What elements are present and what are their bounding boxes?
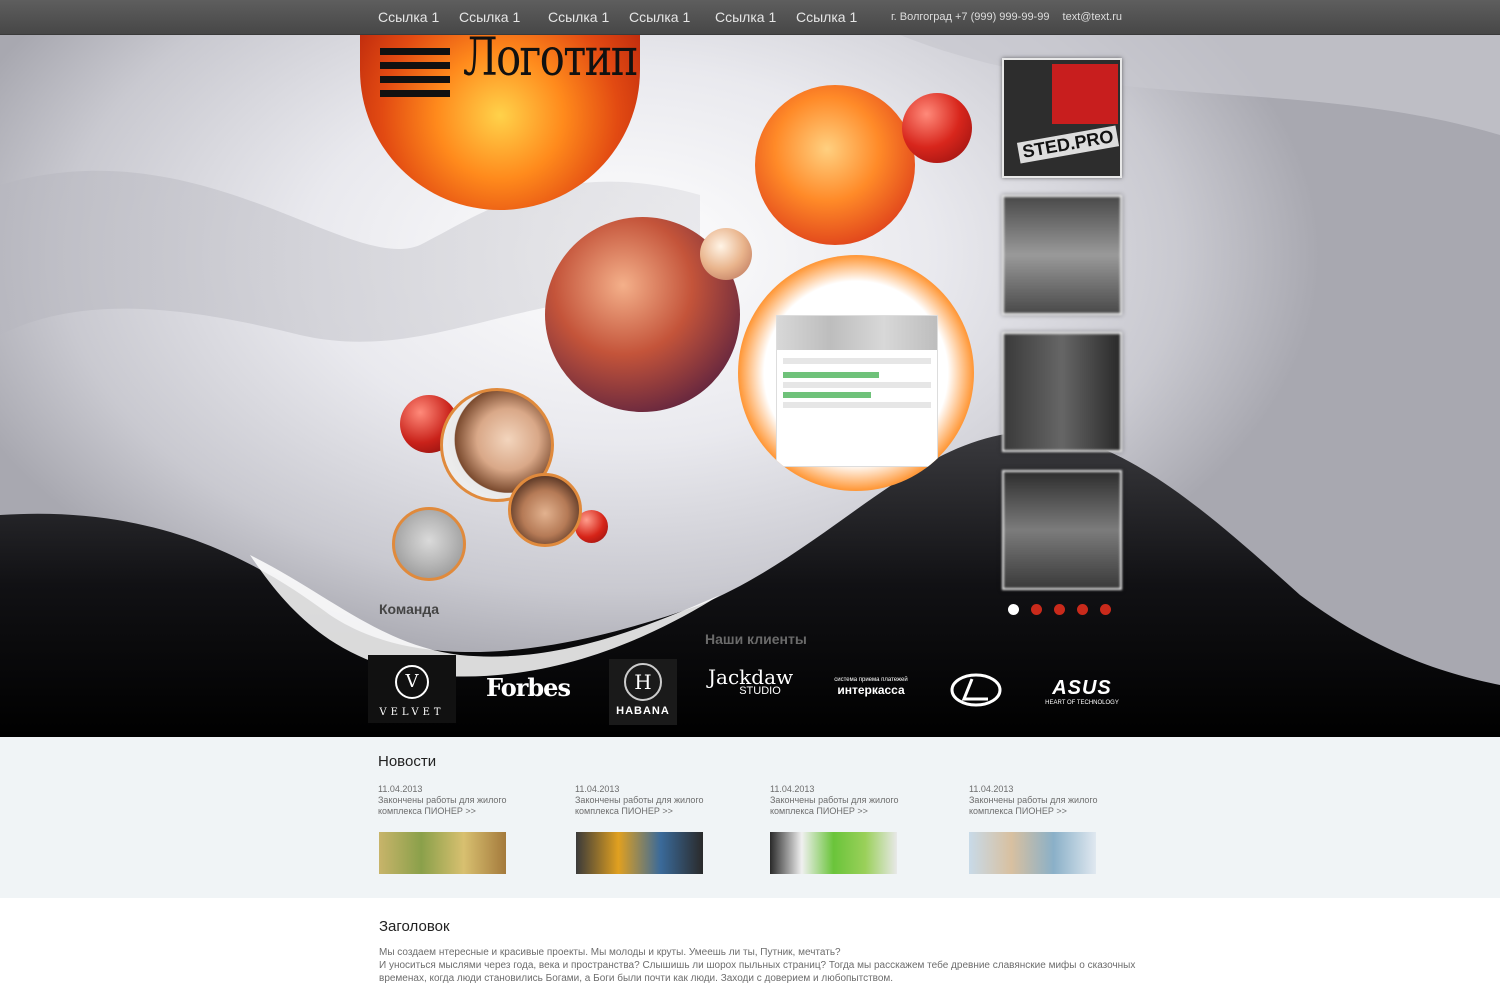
- thumb-red-blocks: [1052, 64, 1118, 124]
- portfolio-preview-circle[interactable]: [738, 255, 974, 491]
- news-item-4[interactable]: 11.04.2013 Закончены работы для жилого к…: [969, 784, 1109, 817]
- article-line-2: И уноситься мыслями через года, века и п…: [379, 960, 1136, 984]
- nav-link-4[interactable]: Ссылка 1: [629, 9, 690, 25]
- news-image-4[interactable]: [969, 832, 1096, 874]
- portfolio-thumb-4[interactable]: [1002, 470, 1122, 590]
- news-item-3[interactable]: 11.04.2013 Закончены работы для жилого к…: [770, 784, 910, 817]
- news-image-3[interactable]: [770, 832, 897, 874]
- client-logo-interkassa[interactable]: система приема платежей интеркасса: [830, 677, 912, 697]
- news-date: 11.04.2013: [770, 784, 815, 794]
- client-logos: V VELVET Forbes H HABANA Jackdaw STUDIO …: [0, 655, 1500, 725]
- header-contacts: г. Волгоград +7 (999) 999-99-99 text@tex…: [881, 11, 1122, 23]
- news-title: Новости: [378, 753, 437, 770]
- hero-section: Логотип Команда STED.PRO Наши клиенты V …: [0, 35, 1500, 737]
- logo-text: Логотип: [463, 35, 638, 88]
- preview-line: [783, 402, 931, 408]
- preview-line: [783, 392, 871, 398]
- article-title: Заголовок: [379, 918, 450, 935]
- news-image-2[interactable]: [576, 832, 703, 874]
- email-link[interactable]: text@text.ru: [1063, 11, 1122, 23]
- portfolio-thumb-1[interactable]: STED.PRO: [1002, 58, 1122, 178]
- client-logo-habana[interactable]: H HABANA: [609, 659, 677, 725]
- interkassa-label: интеркасса: [837, 683, 905, 697]
- news-item-2[interactable]: 11.04.2013 Закончены работы для жилого к…: [575, 784, 715, 817]
- velvet-label: VELVET: [379, 707, 445, 718]
- nav-link-1[interactable]: Ссылка 1: [378, 9, 439, 25]
- slider-dot-2[interactable]: [1031, 604, 1042, 615]
- news-date: 11.04.2013: [969, 784, 1014, 794]
- slider-dot-3[interactable]: [1054, 604, 1065, 615]
- velvet-mark-icon: V: [395, 665, 429, 699]
- habana-mark-icon: H: [624, 663, 662, 701]
- website-preview-image: [776, 315, 938, 467]
- team-photo-man[interactable]: [508, 473, 582, 547]
- decorative-sphere-red-small: [902, 93, 972, 163]
- clients-title: Наши клиенты: [705, 631, 807, 647]
- nav-link-2[interactable]: Ссылка 1: [459, 9, 520, 25]
- habana-label: HABANA: [616, 705, 670, 717]
- team-photo-man-2[interactable]: [392, 507, 466, 581]
- asus-label: ASUS: [1052, 677, 1112, 699]
- client-logo-asus[interactable]: ASUS HEART OF TECHNOLOGY: [1040, 677, 1124, 706]
- top-navigation-bar: Ссылка 1 Ссылка 1 Ссылка 1 Ссылка 1 Ссыл…: [0, 0, 1500, 35]
- news-section: Новости 11.04.2013 Закончены работы для …: [0, 737, 1500, 898]
- portfolio-thumb-2[interactable]: [1002, 195, 1122, 315]
- slider-dot-1[interactable]: [1008, 604, 1019, 615]
- lexus-icon: [950, 673, 1002, 707]
- article-section: Заголовок Мы создаем нтересные и красивы…: [0, 898, 1500, 1000]
- preview-banner: [777, 316, 937, 350]
- client-logo-jackdaw[interactable]: Jackdaw STUDIO: [708, 665, 793, 697]
- client-logo-lexus[interactable]: [950, 673, 1002, 707]
- client-logo-velvet[interactable]: V VELVET: [368, 655, 456, 723]
- nav-link-6[interactable]: Ссылка 1: [796, 9, 857, 25]
- nav-link-5[interactable]: Ссылка 1: [715, 9, 776, 25]
- article-body: Мы создаем нтересные и красивые проекты.…: [379, 946, 1139, 985]
- nav-link-3[interactable]: Ссылка 1: [548, 9, 609, 25]
- news-text[interactable]: Закончены работы для жилого комплекса ПИ…: [969, 795, 1109, 817]
- news-text[interactable]: Закончены работы для жилого комплекса ПИ…: [378, 795, 518, 817]
- slider-dot-4[interactable]: [1077, 604, 1088, 615]
- team-label[interactable]: Команда: [379, 601, 439, 617]
- news-text[interactable]: Закончены работы для жилого комплекса ПИ…: [575, 795, 715, 817]
- article-line-1: Мы создаем нтересные и красивые проекты.…: [379, 947, 841, 958]
- news-item-1[interactable]: 11.04.2013 Закончены работы для жилого к…: [378, 784, 518, 817]
- decorative-sphere-orange: [755, 85, 915, 245]
- asus-sub: HEART OF TECHNOLOGY: [1045, 700, 1119, 706]
- decorative-sphere-glass: [700, 228, 752, 280]
- portfolio-thumb-3[interactable]: [1002, 332, 1122, 452]
- news-date: 11.04.2013: [378, 784, 423, 794]
- news-image-1[interactable]: [379, 832, 506, 874]
- client-logo-forbes[interactable]: Forbes: [484, 673, 572, 702]
- news-date: 11.04.2013: [575, 784, 620, 794]
- news-text[interactable]: Закончены работы для жилого комплекса ПИ…: [770, 795, 910, 817]
- slider-dot-5[interactable]: [1100, 604, 1111, 615]
- thumb-brand-text: STED.PRO: [1016, 125, 1120, 164]
- preview-line: [783, 372, 879, 378]
- preview-line: [783, 358, 931, 364]
- city-phone: г. Волгоград +7 (999) 999-99-99: [890, 11, 1050, 23]
- preview-line: [783, 382, 931, 388]
- logo-sphere[interactable]: Логотип: [360, 35, 640, 210]
- slider-pagination: [1008, 604, 1111, 615]
